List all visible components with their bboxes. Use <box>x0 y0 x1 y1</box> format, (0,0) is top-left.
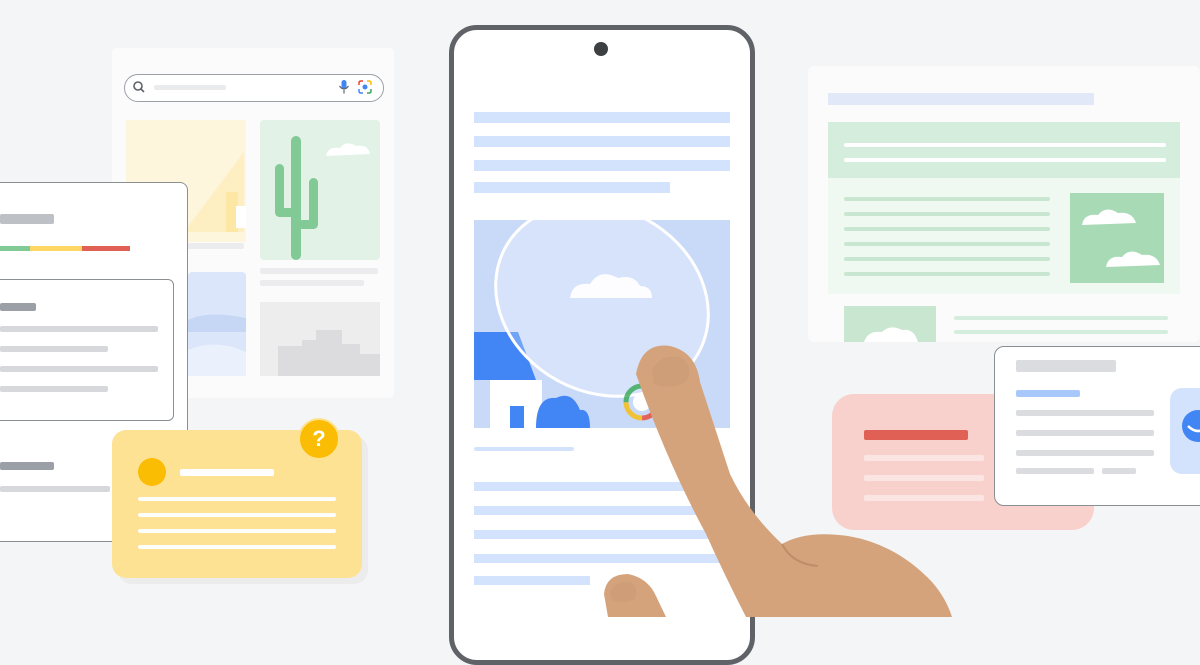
text-line <box>844 227 1050 231</box>
text-line <box>844 272 1050 276</box>
text-line <box>138 497 336 501</box>
caption-line <box>474 447 574 451</box>
search-icon <box>133 81 145 93</box>
text-line <box>844 197 1050 201</box>
text-line <box>844 257 1050 261</box>
question-icon[interactable]: ? <box>298 418 340 460</box>
text-line <box>0 326 158 332</box>
section-heading <box>0 462 54 470</box>
text-line <box>474 160 730 171</box>
tile-caption <box>260 268 378 274</box>
microphone-icon[interactable] <box>338 79 350 95</box>
text-line <box>0 386 108 392</box>
notification-heading <box>1016 360 1116 372</box>
cactus-image-tile[interactable] <box>260 120 380 260</box>
text-line <box>1016 450 1154 456</box>
text-line <box>474 182 670 193</box>
card-title-line <box>180 469 274 476</box>
text-line <box>1016 410 1154 416</box>
link-line <box>1016 390 1080 397</box>
text-line <box>0 486 110 492</box>
avatar <box>138 458 166 486</box>
text-line <box>0 366 158 372</box>
page-header-bar <box>828 93 1094 105</box>
text-line <box>1102 468 1136 474</box>
text-line <box>474 136 730 147</box>
text-line <box>138 545 336 549</box>
text-line <box>844 158 1166 162</box>
text-line <box>844 143 1166 147</box>
text-line <box>0 346 108 352</box>
text-line <box>954 316 1168 320</box>
article-image <box>1070 193 1164 283</box>
hand-icon <box>604 345 952 617</box>
rating-bar-yellow <box>30 246 82 251</box>
section-heading <box>0 303 36 311</box>
text-line <box>1016 430 1154 436</box>
search-placeholder <box>154 85 226 90</box>
water-image-tile[interactable] <box>188 272 246 376</box>
tile-caption <box>260 280 364 286</box>
text-line <box>844 212 1050 216</box>
text-line <box>138 529 336 533</box>
text-line <box>1016 468 1094 474</box>
text-line <box>474 576 590 585</box>
lens-icon[interactable] <box>358 80 372 94</box>
text-line <box>474 112 730 123</box>
front-camera <box>594 42 608 56</box>
rating-bar-green <box>0 246 30 251</box>
chat-bubble-icon[interactable] <box>1170 388 1200 474</box>
text-line <box>138 513 336 517</box>
hero-banner <box>828 122 1180 178</box>
panel-heading <box>0 214 54 224</box>
city-image-tile[interactable] <box>260 302 380 376</box>
rating-bar-red <box>82 246 130 251</box>
text-line <box>844 242 1050 246</box>
